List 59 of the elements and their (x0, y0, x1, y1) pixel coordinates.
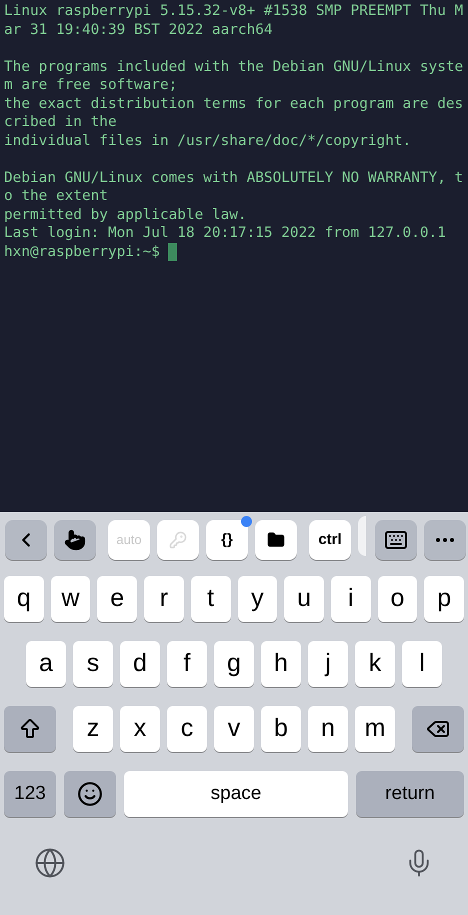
terminal-line: Last login: Mon Jul 18 20:17:15 2022 from 127.0.0.1 (4, 224, 446, 242)
terminal-line: o the extent (4, 187, 108, 206)
letter-key[interactable]: x (120, 706, 160, 752)
terminal-line: ar 31 19:40:39 BST 2022 aarch64 (4, 20, 273, 39)
pointing-hand-icon (64, 529, 86, 551)
letter-key[interactable]: l (402, 641, 442, 687)
touch-button[interactable] (54, 520, 96, 560)
letter-key[interactable]: c (167, 706, 207, 752)
terminal-line: m are free software; (4, 76, 178, 94)
space-key[interactable]: space (124, 771, 348, 817)
letter-key[interactable]: t (190, 576, 230, 622)
terminal-line: permitted by applicable law. (4, 206, 247, 224)
more-button[interactable] (424, 520, 466, 560)
letter-key[interactable]: j (308, 641, 348, 687)
terminal-line: Debian GNU/Linux comes with ABSOLUTELY NO WARRANTY, t (4, 168, 464, 187)
letter-key[interactable]: r (144, 576, 184, 622)
letter-key[interactable]: f (167, 641, 207, 687)
keyboard-hide-icon (384, 528, 408, 552)
letter-key[interactable]: q (4, 576, 44, 622)
terminal-line: The programs included with the Debian GNU/Linux syste (4, 58, 464, 76)
key-icon (169, 531, 187, 549)
backspace-key[interactable] (412, 706, 464, 752)
folder-icon (267, 531, 285, 549)
text-cursor (168, 242, 177, 261)
terminal-line: Linux raspberrypi 5.15.32-v8+ #1538 SMP PREEMPT Thu M (4, 2, 464, 20)
letter-key[interactable]: i (330, 576, 371, 622)
letter-key[interactable]: g (214, 641, 254, 687)
letter-key[interactable]: b (261, 706, 301, 752)
letter-key[interactable]: v (214, 706, 254, 752)
terminal-line: cribed in the (4, 113, 117, 132)
shift-icon (18, 717, 42, 741)
globe-icon[interactable] (34, 847, 66, 879)
emoji-key[interactable] (64, 771, 116, 817)
keyboard-button[interactable] (375, 520, 417, 560)
letter-key[interactable]: s (73, 641, 113, 687)
terminal-line: the exact distribution terms for each program are des (4, 94, 464, 113)
letter-key[interactable]: k (355, 641, 395, 687)
letter-key[interactable]: m (355, 706, 395, 752)
terminal-line: individual files in /usr/share/doc/*/copyright. (4, 132, 412, 150)
back-button[interactable] (5, 520, 47, 560)
shell-prompt: hxn@raspberrypi:~$ (4, 242, 160, 261)
letter-key[interactable]: p (424, 576, 464, 622)
key-button[interactable]: ctrl (309, 520, 351, 560)
folder-button[interactable] (255, 520, 297, 560)
letter-key[interactable]: d (120, 641, 160, 687)
letter-key[interactable]: z (73, 706, 113, 752)
numbers-key[interactable]: 123 (4, 771, 56, 817)
letter-key[interactable]: u (284, 576, 324, 622)
letter-key[interactable]: n (308, 706, 348, 752)
letter-key[interactable]: e (97, 576, 138, 622)
letter-key[interactable]: w (50, 576, 90, 622)
letter-key[interactable]: h (261, 641, 301, 687)
more-icon (436, 538, 454, 542)
letter-key[interactable]: a (26, 641, 66, 687)
letter-key[interactable]: o (378, 576, 418, 622)
emoji-icon (77, 781, 103, 807)
shift-key[interactable] (4, 706, 56, 752)
return-key[interactable]: return (356, 771, 464, 817)
letter-key[interactable]: y (238, 576, 278, 622)
